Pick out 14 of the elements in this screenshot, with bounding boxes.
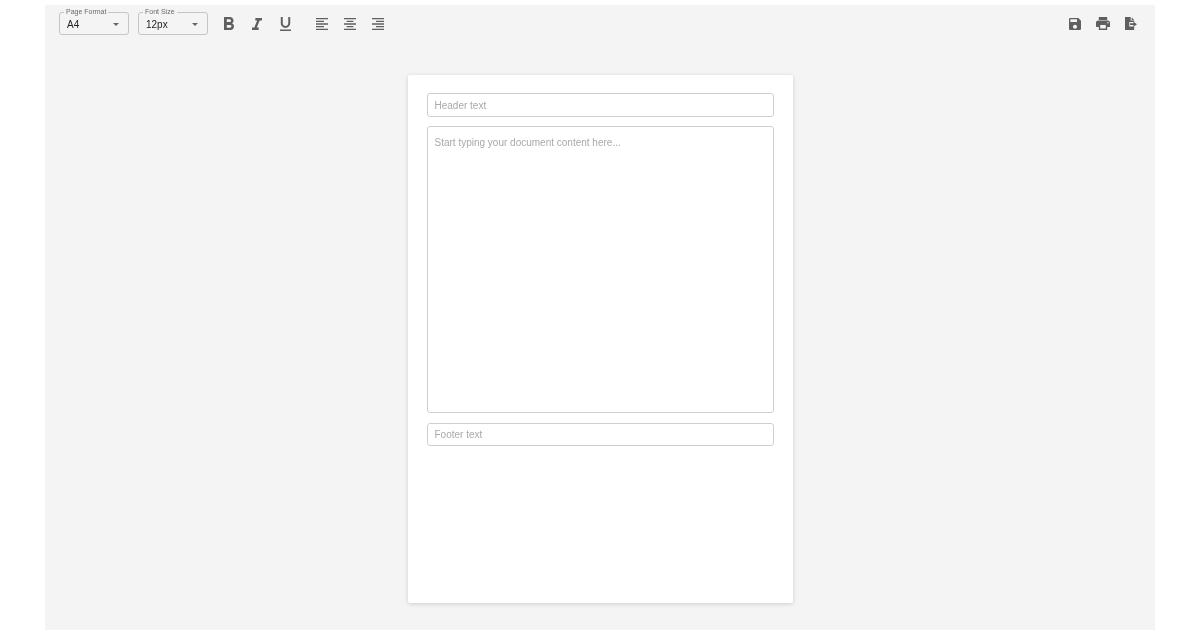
italic-icon (252, 17, 262, 30)
bold-icon (224, 17, 234, 30)
file-export-icon (1125, 17, 1137, 30)
align-center-icon (344, 17, 356, 30)
footer-field[interactable]: Footer text (426, 423, 774, 446)
align-right-icon (372, 17, 384, 30)
document-body-field[interactable]: Start typing your document content here... (426, 126, 774, 413)
underline-icon (279, 16, 291, 31)
caret-icon (192, 22, 198, 26)
header-field[interactable]: Header text (426, 93, 774, 117)
save-icon (1069, 17, 1081, 30)
printer-icon (1096, 17, 1110, 30)
caret-icon (113, 22, 119, 26)
align-left-icon (316, 17, 328, 30)
